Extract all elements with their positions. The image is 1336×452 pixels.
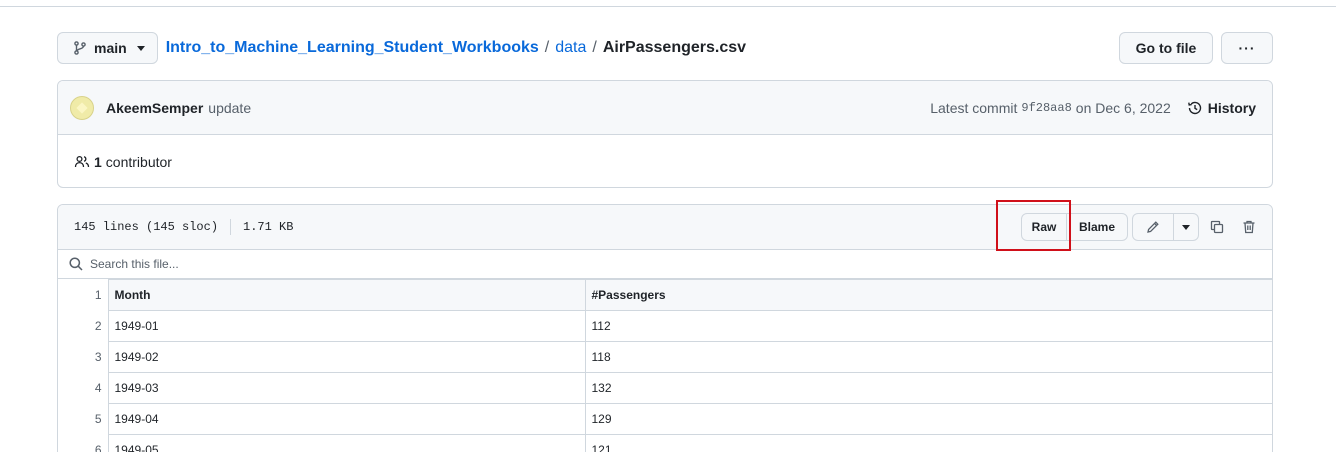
breadcrumb-actions: Go to file ··· <box>1119 32 1273 64</box>
history-label: History <box>1207 99 1256 116</box>
blame-button[interactable]: Blame <box>1066 213 1128 241</box>
file-name: AirPassengers.csv <box>602 39 747 56</box>
table-cell: Month <box>107 279 586 311</box>
table-cell: 1949-05 <box>107 434 586 452</box>
table-cell: 129 <box>584 403 1272 435</box>
path-breadcrumb: Intro_to_Machine_Learning_Student_Workbo… <box>166 39 746 57</box>
table-cell: 1949-03 <box>107 372 586 404</box>
table-cell: 121 <box>584 434 1272 452</box>
breadcrumb: main Intro_to_Machine_Learning_Student_W… <box>57 32 1273 64</box>
table-cell: 118 <box>584 341 1272 373</box>
table-row: 5 1949-04 129 <box>58 403 1272 435</box>
latest-commit-label: Latest commit <box>930 99 1018 116</box>
contributors-count: 1 <box>94 153 102 170</box>
line-number[interactable]: 6 <box>58 434 109 452</box>
go-to-file-button[interactable]: Go to file <box>1119 32 1213 64</box>
table-cell: 132 <box>584 372 1272 404</box>
csv-table: 1 Month #Passengers 2 1949-01 112 3 1949-02 118 4… <box>58 279 1272 452</box>
edit-button[interactable] <box>1132 213 1174 241</box>
branch-select-button[interactable]: main <box>57 32 158 64</box>
line-number[interactable]: 2 <box>58 310 109 342</box>
file-search <box>58 250 1272 279</box>
file-info: 145 lines (145 sloc) 1.71 KB <box>74 219 293 235</box>
delete-button[interactable] <box>1235 213 1263 241</box>
contributors-label: contributor <box>105 153 172 170</box>
search-icon <box>69 257 83 271</box>
more-options-button[interactable]: ··· <box>1221 32 1273 64</box>
commit-box: AkeemSemper update Latest commit 9f28aa8… <box>57 80 1273 188</box>
folder-link[interactable]: data <box>555 39 586 57</box>
line-number[interactable]: 1 <box>58 279 109 311</box>
line-count: 145 lines (145 sloc) <box>74 220 219 234</box>
copy-button[interactable] <box>1203 213 1231 241</box>
table-row: 1 Month #Passengers <box>58 279 1272 311</box>
table-row: 2 1949-01 112 <box>58 310 1272 342</box>
line-number[interactable]: 5 <box>58 403 109 435</box>
avatar[interactable] <box>70 95 94 120</box>
search-input[interactable] <box>90 257 490 271</box>
commit-message[interactable]: update <box>208 100 251 116</box>
history-icon <box>1187 101 1201 114</box>
table-cell: 112 <box>584 310 1272 342</box>
path-separator: / <box>544 39 550 56</box>
people-icon <box>74 155 90 167</box>
table-row: 6 1949-05 121 <box>58 434 1272 452</box>
info-divider <box>230 219 232 235</box>
contributors-row[interactable]: 1 contributor <box>58 135 1272 187</box>
branch-name: main <box>94 40 127 56</box>
raw-button[interactable]: Raw <box>1021 213 1067 241</box>
latest-commit-bar: AkeemSemper update Latest commit 9f28aa8… <box>58 81 1272 135</box>
table-cell: #Passengers <box>584 279 1272 311</box>
copy-icon <box>1210 220 1224 234</box>
pencil-icon <box>1147 221 1159 233</box>
history-button[interactable]: History <box>1187 100 1256 116</box>
commit-author[interactable]: AkeemSemper <box>106 100 203 116</box>
file-size: 1.71 KB <box>243 220 294 234</box>
line-number[interactable]: 3 <box>58 341 109 373</box>
commit-sha[interactable]: 9f28aa8 <box>1021 101 1071 115</box>
latest-commit-info: Latest commit 9f28aa8 on Dec 6, 2022 <box>930 100 1171 116</box>
edit-dropdown-button[interactable] <box>1173 213 1199 241</box>
path-separator: / <box>592 39 597 56</box>
file-header: 145 lines (145 sloc) 1.71 KB Raw Blame <box>58 205 1272 250</box>
table-cell: 1949-01 <box>107 310 586 342</box>
top-divider <box>0 6 1336 7</box>
chevron-down-icon <box>136 45 145 51</box>
commit-date: on Dec 6, 2022 <box>1075 99 1171 116</box>
file-actions: Raw Blame <box>1021 213 1263 241</box>
repo-link[interactable]: Intro_to_Machine_Learning_Student_Workbo… <box>166 39 539 57</box>
table-cell: 1949-04 <box>107 403 586 435</box>
trash-icon <box>1243 220 1255 234</box>
chevron-down-icon <box>1182 224 1190 230</box>
file-viewer: 145 lines (145 sloc) 1.71 KB Raw Blame S… <box>57 204 1273 452</box>
git-branch-icon <box>74 41 86 55</box>
table-row: 3 1949-02 118 <box>58 341 1272 373</box>
table-cell: 1949-02 <box>107 341 586 373</box>
line-number[interactable]: 4 <box>58 372 109 404</box>
table-row: 4 1949-03 132 <box>58 372 1272 404</box>
